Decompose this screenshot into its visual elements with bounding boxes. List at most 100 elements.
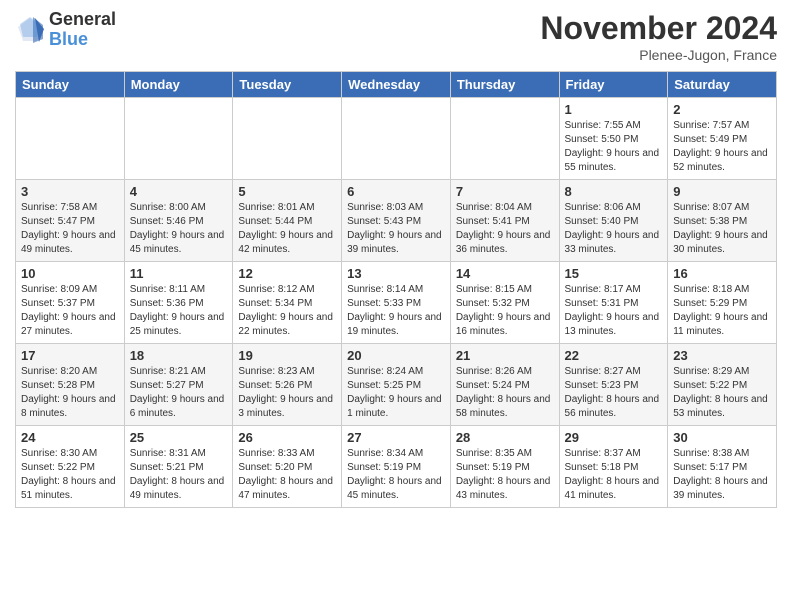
day-number: 21 (456, 348, 554, 363)
table-row: 13Sunrise: 8:14 AM Sunset: 5:33 PM Dayli… (342, 262, 451, 344)
table-row: 12Sunrise: 8:12 AM Sunset: 5:34 PM Dayli… (233, 262, 342, 344)
table-row: 22 Sunrise: 8:27 AM Sunset: 5:23 PM Dayli… (559, 344, 668, 426)
logo-blue: Blue (49, 30, 116, 50)
day-number: 7 (456, 184, 554, 199)
calendar-header-row: Sunday Monday Tuesday Wednesday Thursday… (16, 72, 777, 98)
day-info: Sunrise: 8:06 AM Sunset: 5:40 PM Dayligh… (565, 201, 663, 257)
day-number: 20 (347, 348, 445, 363)
day-number: 19 (238, 348, 336, 363)
location-subtitle: Plenee-Jugon, France (540, 47, 777, 63)
day-info: Sunrise: 8:03 AM Sunset: 5:43 PM Dayligh… (347, 201, 445, 257)
table-row: 8 Sunrise: 8:06 AM Sunset: 5:40 PM Daylig… (559, 180, 668, 262)
day-number: 22 (565, 348, 663, 363)
day-number: 14 (456, 266, 554, 281)
table-row: 18Sunrise: 8:21 AM Sunset: 5:27 PM Dayli… (124, 344, 233, 426)
table-row: 9 Sunrise: 8:07 AM Sunset: 5:38 PM Daylig… (668, 180, 777, 262)
day-number: 30 (673, 430, 771, 445)
day-info: Sunrise: 7:58 AM Sunset: 5:47 PM Dayligh… (21, 201, 119, 257)
day-number: 10 (21, 266, 119, 281)
day-number: 25 (130, 430, 228, 445)
table-row: 11 Sunrise: 8:11 AM Sunset: 5:36 PM Dayli… (124, 262, 233, 344)
table-row: 25 Sunrise: 8:31 AM Sunset: 5:21 PM Dayli… (124, 426, 233, 508)
day-number: 26 (238, 430, 336, 445)
col-monday: Monday (124, 72, 233, 98)
table-row: 23Sunrise: 8:29 AM Sunset: 5:22 PM Dayli… (668, 344, 777, 426)
day-info: Sunrise: 8:30 AM Sunset: 5:22 PM Dayligh… (21, 447, 119, 503)
day-info: Sunrise: 8:20 AM Sunset: 5:28 PM Dayligh… (21, 365, 119, 421)
logo-general: General (49, 10, 116, 30)
table-row: 1 Sunrise: 7:55 AM Sunset: 5:50 PM Daylig… (559, 98, 668, 180)
day-number: 2 (673, 102, 771, 117)
day-number: 28 (456, 430, 554, 445)
day-info: Sunrise: 8:27 AM Sunset: 5:23 PM Dayligh… (565, 365, 663, 421)
day-number: 27 (347, 430, 445, 445)
table-row: 17 Sunrise: 8:20 AM Sunset: 5:28 PM Dayli… (16, 344, 125, 426)
day-number: 4 (130, 184, 228, 199)
day-info: Sunrise: 8:33 AM Sunset: 5:20 PM Dayligh… (238, 447, 336, 503)
day-info: Sunrise: 8:07 AM Sunset: 5:38 PM Dayligh… (673, 201, 771, 257)
logo: General Blue (15, 10, 116, 50)
calendar-week-row: 1 Sunrise: 7:55 AM Sunset: 5:50 PM Daylig… (16, 98, 777, 180)
day-info: Sunrise: 8:04 AM Sunset: 5:41 PM Dayligh… (456, 201, 554, 257)
day-number: 5 (238, 184, 336, 199)
day-number: 17 (21, 348, 119, 363)
day-number: 3 (21, 184, 119, 199)
table-row: 24 Sunrise: 8:30 AM Sunset: 5:22 PM Dayli… (16, 426, 125, 508)
calendar-table: Sunday Monday Tuesday Wednesday Thursday… (15, 71, 777, 508)
day-number: 16 (673, 266, 771, 281)
day-info: Sunrise: 8:11 AM Sunset: 5:36 PM Dayligh… (130, 283, 228, 339)
day-info: Sunrise: 8:38 AM Sunset: 5:17 PM Dayligh… (673, 447, 771, 503)
day-info: Sunrise: 8:14 AM Sunset: 5:33 PM Dayligh… (347, 283, 445, 339)
col-tuesday: Tuesday (233, 72, 342, 98)
calendar-week-row: 10 Sunrise: 8:09 AM Sunset: 5:37 PM Dayli… (16, 262, 777, 344)
day-number: 15 (565, 266, 663, 281)
day-number: 12 (238, 266, 336, 281)
table-row (450, 98, 559, 180)
table-row: 6Sunrise: 8:03 AM Sunset: 5:43 PM Daylig… (342, 180, 451, 262)
col-friday: Friday (559, 72, 668, 98)
table-row: 30 Sunrise: 8:38 AM Sunset: 5:17 PM Dayli… (668, 426, 777, 508)
table-row: 15 Sunrise: 8:17 AM Sunset: 5:31 PM Dayli… (559, 262, 668, 344)
table-row (124, 98, 233, 180)
col-sunday: Sunday (16, 72, 125, 98)
table-row: 19Sunrise: 8:23 AM Sunset: 5:26 PM Dayli… (233, 344, 342, 426)
day-number: 8 (565, 184, 663, 199)
day-info: Sunrise: 8:18 AM Sunset: 5:29 PM Dayligh… (673, 283, 771, 339)
month-title: November 2024 (540, 10, 777, 47)
day-info: Sunrise: 8:17 AM Sunset: 5:31 PM Dayligh… (565, 283, 663, 339)
day-info: Sunrise: 8:31 AM Sunset: 5:21 PM Dayligh… (130, 447, 228, 503)
day-number: 24 (21, 430, 119, 445)
table-row: 20Sunrise: 8:24 AM Sunset: 5:25 PM Dayli… (342, 344, 451, 426)
calendar-week-row: 3 Sunrise: 7:58 AM Sunset: 5:47 PM Daylig… (16, 180, 777, 262)
table-row: 5 Sunrise: 8:01 AM Sunset: 5:44 PM Daylig… (233, 180, 342, 262)
day-info: Sunrise: 8:09 AM Sunset: 5:37 PM Dayligh… (21, 283, 119, 339)
table-row: 21 Sunrise: 8:26 AM Sunset: 5:24 PM Dayli… (450, 344, 559, 426)
day-number: 1 (565, 102, 663, 117)
day-info: Sunrise: 8:34 AM Sunset: 5:19 PM Dayligh… (347, 447, 445, 503)
calendar-week-row: 24 Sunrise: 8:30 AM Sunset: 5:22 PM Dayli… (16, 426, 777, 508)
day-info: Sunrise: 8:00 AM Sunset: 5:46 PM Dayligh… (130, 201, 228, 257)
table-row: 27 Sunrise: 8:34 AM Sunset: 5:19 PM Dayli… (342, 426, 451, 508)
title-block: November 2024 Plenee-Jugon, France (540, 10, 777, 63)
day-info: Sunrise: 8:01 AM Sunset: 5:44 PM Dayligh… (238, 201, 336, 257)
col-thursday: Thursday (450, 72, 559, 98)
day-info: Sunrise: 8:26 AM Sunset: 5:24 PM Dayligh… (456, 365, 554, 421)
table-row: 7 Sunrise: 8:04 AM Sunset: 5:41 PM Daylig… (450, 180, 559, 262)
day-number: 29 (565, 430, 663, 445)
day-info: Sunrise: 8:35 AM Sunset: 5:19 PM Dayligh… (456, 447, 554, 503)
table-row (342, 98, 451, 180)
day-info: Sunrise: 7:55 AM Sunset: 5:50 PM Dayligh… (565, 119, 663, 175)
day-info: Sunrise: 8:15 AM Sunset: 5:32 PM Dayligh… (456, 283, 554, 339)
logo-text: General Blue (49, 10, 116, 50)
table-row (233, 98, 342, 180)
col-saturday: Saturday (668, 72, 777, 98)
table-row: 3 Sunrise: 7:58 AM Sunset: 5:47 PM Daylig… (16, 180, 125, 262)
day-number: 9 (673, 184, 771, 199)
table-row: 28 Sunrise: 8:35 AM Sunset: 5:19 PM Dayli… (450, 426, 559, 508)
day-number: 18 (130, 348, 228, 363)
table-row: 4 Sunrise: 8:00 AM Sunset: 5:46 PM Daylig… (124, 180, 233, 262)
table-row: 14 Sunrise: 8:15 AM Sunset: 5:32 PM Dayli… (450, 262, 559, 344)
day-number: 11 (130, 266, 228, 281)
day-info: Sunrise: 7:57 AM Sunset: 5:49 PM Dayligh… (673, 119, 771, 175)
day-number: 23 (673, 348, 771, 363)
